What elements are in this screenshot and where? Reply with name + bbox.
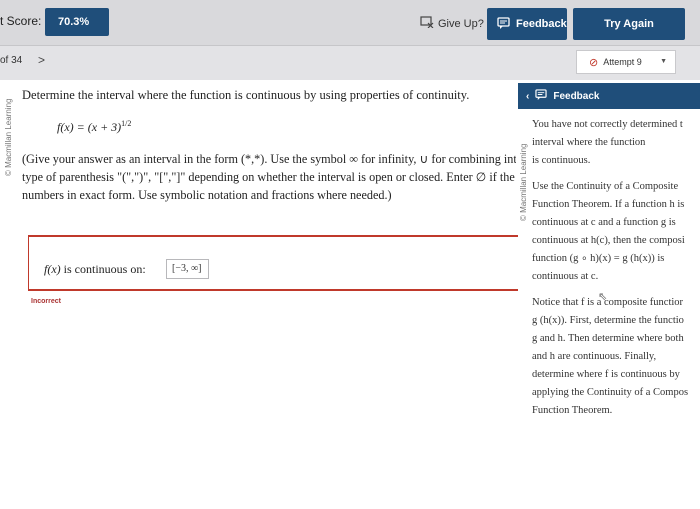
mouse-cursor-icon: ⇖ [598, 291, 608, 303]
give-up-label: Give Up? [438, 17, 484, 30]
feedback-paragraph-1: You have not correctly determined t inte… [532, 116, 700, 170]
feedback-body: You have not correctly determined t inte… [532, 116, 700, 428]
feedback-paragraph-2: Use the Continuity of a Composite Functi… [532, 178, 700, 286]
function-expression: f(x) = (x + 3)1/2 [57, 119, 131, 135]
attempt-dropdown[interactable]: ⊘ Attempt 9 ▼ [576, 50, 676, 74]
score-bar: t Score: 70.3% Give Up? Feedback Try Aga… [0, 0, 700, 46]
question-number: of 34 [0, 55, 23, 66]
answer-instructions: (Give your answer as an interval in the … [22, 150, 516, 210]
question-prompt: Determine the interval where the functio… [22, 88, 470, 102]
watermark-left: © Macmillan Learning [4, 98, 13, 176]
attempt-label: Attempt 9 [603, 57, 642, 67]
feedback-paragraph-3: Notice that f is a composite functior g … [532, 294, 700, 420]
try-again-button[interactable]: Try Again [573, 8, 685, 40]
feedback-icon [497, 16, 510, 32]
incorrect-status: Incorrect [31, 298, 61, 305]
feedback-line: continuous at h(c), then the composi [532, 235, 685, 246]
feedback-line: determine where f is continuous by [532, 369, 680, 380]
feedback-line: Use the Continuity of a Composite [532, 181, 679, 192]
feedback-line: You have not correctly determined t [532, 119, 683, 130]
feedback-panel-title: Feedback [553, 90, 600, 102]
feedback-line: g and h. Then determine where both [532, 333, 684, 344]
no-entry-icon: ⊘ [589, 56, 599, 69]
answer-input[interactable]: [−3, ∞] [166, 259, 209, 279]
feedback-icon [535, 89, 547, 103]
feedback-line: applying the Continuity of a Compos [532, 387, 689, 398]
answer-label-rest: is continuous on: [60, 262, 146, 276]
feedback-line: is continuous. [532, 155, 591, 166]
feedback-label: Feedback [516, 18, 567, 30]
instruction-line: type of parenthesis "(",")", "[","]" dep… [22, 170, 516, 184]
score-label: t Score: [0, 14, 42, 28]
chevron-down-icon: ▼ [660, 58, 667, 65]
feedback-line: continuous at c. [532, 271, 599, 282]
feedback-line: Function Theorem. If a function h is [532, 199, 685, 210]
watermark-feedback: © Macmillan Learning [519, 143, 528, 221]
function-exponent: 1/2 [121, 119, 132, 128]
chevron-left-icon[interactable]: ‹ [526, 91, 529, 102]
feedback-button[interactable]: Feedback [487, 8, 567, 40]
function-text: f(x) = (x + 3) [57, 120, 122, 134]
answer-label-func: f(x) [44, 262, 61, 276]
feedback-line: and h are continuous. Finally, [532, 351, 657, 362]
score-value: 70.3% [45, 8, 109, 36]
feedback-line: Notice that f is a composite functior [532, 297, 684, 308]
instruction-line: numbers in exact form. Use symbolic nota… [22, 188, 392, 202]
feedback-line: Function Theorem. [532, 405, 613, 416]
answer-label: f(x) is continuous on: [44, 262, 146, 277]
instruction-line: (Give your answer as an interval in the … [22, 152, 516, 166]
next-question-arrow-icon[interactable]: > [38, 53, 45, 67]
feedback-panel-header: ‹ Feedback [518, 83, 700, 109]
feedback-line: function (g ∘ h)(x) = g (h(x)) is [532, 253, 665, 264]
feedback-line: continuous at c and a function g is [532, 217, 676, 228]
feedback-line: g (h(x)). First, determine the functio [532, 315, 684, 326]
give-up-button[interactable]: Give Up? [420, 16, 484, 31]
feedback-line: interval where the function [532, 137, 646, 148]
give-up-icon [420, 16, 434, 31]
